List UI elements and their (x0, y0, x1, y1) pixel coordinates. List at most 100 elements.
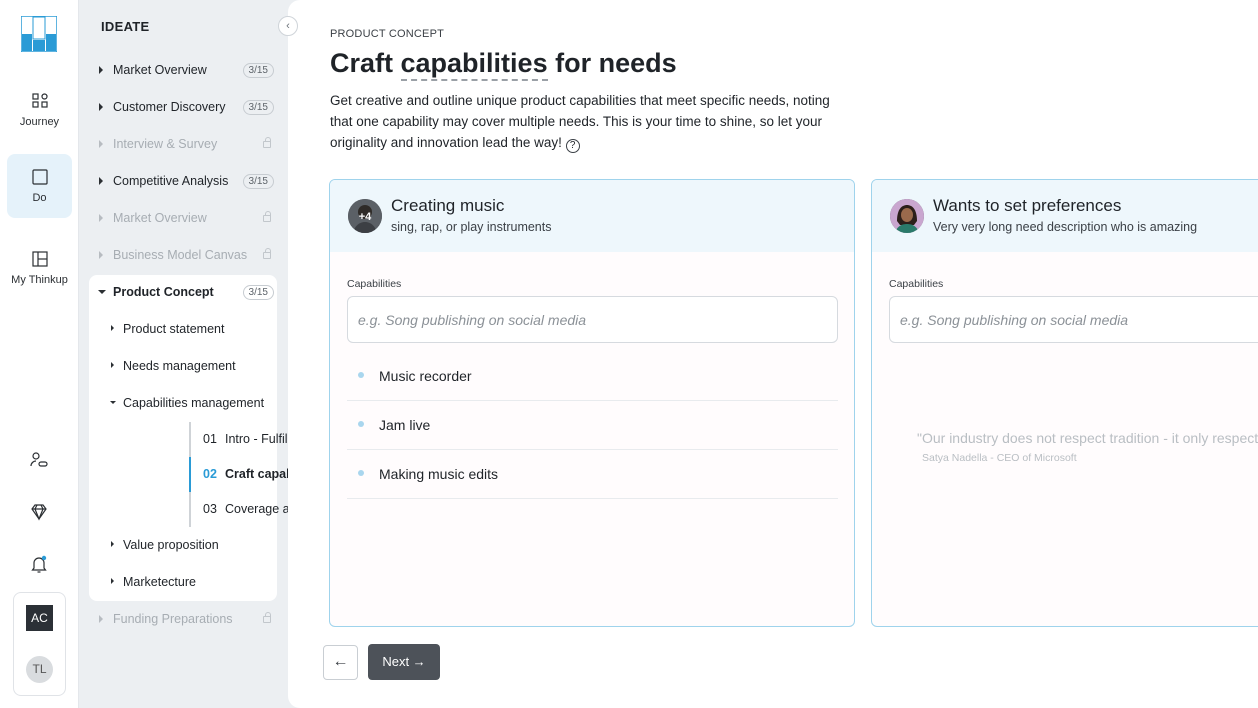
caret-right-icon (99, 615, 103, 623)
caret-right-icon (111, 325, 114, 331)
capabilities-label: Capabilities (347, 278, 402, 290)
sidebar-item-market-overview-2: Market Overview (99, 208, 277, 230)
sidebar-item-label: Customer Discovery (113, 100, 226, 114)
card-header: Wants to set preferences Very very long … (872, 180, 1258, 252)
bullet-icon (358, 372, 364, 378)
lock-icon (263, 612, 271, 623)
lock-icon (263, 248, 271, 259)
user-switcher: AC TL (13, 592, 66, 696)
empty-state-quote: "Our industry does not respect tradition… (917, 430, 1258, 446)
person-avatar-icon (890, 199, 924, 233)
title-pre: Craft (330, 48, 401, 78)
sidebar-item-interview-survey: Interview & Survey (99, 134, 277, 156)
card-subtitle: sing, rap, or play instruments (391, 220, 552, 234)
caret-right-icon (99, 251, 103, 259)
subitem-label: Capabilities management (123, 396, 265, 410)
progress-badge: 3/15 (242, 285, 274, 300)
capability-label: Music recorder (379, 368, 472, 384)
do-icon (31, 169, 48, 185)
sidebar-item-customer-discovery[interactable]: Customer Discovery 3/15 (99, 97, 277, 119)
caret-right-icon (99, 177, 103, 185)
card-header: +4 Creating music sing, rap, or play ins… (330, 180, 854, 252)
bell-icon[interactable] (29, 554, 49, 574)
diamond-icon[interactable] (29, 502, 49, 522)
journey-icon (31, 93, 48, 108)
caret-right-icon (111, 578, 114, 584)
progress-badge: 3/15 (242, 100, 274, 115)
card-title: Creating music (391, 196, 505, 215)
help-icon[interactable]: ? (565, 139, 580, 153)
sidebar-item-label: Funding Preparations (113, 612, 233, 626)
app-logo[interactable] (21, 16, 57, 52)
need-card-creating-music: +4 Creating music sing, rap, or play ins… (329, 179, 855, 627)
rail-do-label: Do (32, 192, 47, 204)
caret-right-icon (99, 214, 103, 222)
card-subtitle: Very very long need description who is a… (933, 220, 1198, 234)
sidebar-item-competitive-analysis[interactable]: Competitive Analysis 3/15 (99, 171, 277, 193)
capability-item[interactable]: Music recorder (347, 352, 838, 401)
title-post: for needs (547, 48, 677, 78)
caret-right-icon (99, 66, 103, 74)
back-button[interactable]: ← (323, 645, 358, 680)
step-number: 01 (203, 432, 217, 446)
rail-do[interactable]: Do (7, 154, 72, 218)
title-term[interactable]: capabilities (400, 48, 548, 81)
sidebar-item-funding-preparations: Funding Preparations (99, 609, 277, 631)
subitem-label: Marketecture (123, 575, 196, 589)
my-thinkup-icon (31, 251, 48, 267)
page-title: Craft capabilities for needs (330, 48, 677, 81)
user-avatar[interactable] (890, 199, 924, 233)
description-text: Get creative and outline unique product … (330, 93, 830, 150)
main-content: PRODUCT CONCEPT Craft capabilities for n… (288, 0, 1258, 708)
caret-right-icon (111, 541, 114, 547)
rail-my-thinkup-label: My Thinkup (11, 274, 68, 286)
bullet-icon (358, 421, 364, 427)
capability-item[interactable]: Making music edits (347, 450, 838, 499)
subitem-label: Value proposition (123, 538, 219, 552)
sidebar-item-label: Product Concept (113, 285, 214, 299)
sidebar-item-product-concept[interactable]: Product Concept 3/15 (98, 282, 277, 304)
rail-journey[interactable]: Journey (7, 78, 72, 142)
subitem-label: Needs management (123, 359, 236, 373)
card-title: Wants to set preferences (933, 196, 1122, 215)
rail-my-thinkup[interactable]: My Thinkup (7, 236, 72, 300)
caret-right-icon (99, 103, 103, 111)
next-button[interactable]: Next → (368, 644, 440, 680)
sidebar-item-market-overview[interactable]: Market Overview 3/15 (99, 60, 277, 82)
progress-badge: 3/15 (242, 63, 274, 78)
left-rail: Journey Do My Thinkup AC TL (0, 0, 79, 708)
lock-icon (263, 137, 271, 148)
sidebar-subitem-capabilities-management[interactable]: Capabilities management (110, 393, 271, 415)
sidebar-item-label: Competitive Analysis (113, 174, 229, 188)
sidebar: IDEATE ‹ Market Overview 3/15 Customer D… (79, 0, 345, 708)
progress-badge: 3/15 (242, 174, 274, 189)
people-icon[interactable] (29, 450, 49, 470)
avatar-ac[interactable]: AC (26, 605, 53, 631)
capability-input[interactable] (889, 296, 1258, 343)
rail-journey-label: Journey (19, 116, 60, 128)
collapse-sidebar-button[interactable]: ‹ (278, 16, 298, 36)
sidebar-subitem-product-statement[interactable]: Product statement (111, 319, 271, 341)
need-card-preferences: Wants to set preferences Very very long … (871, 179, 1258, 627)
avatar-overlay-count: +4 (359, 211, 372, 223)
sidebar-item-label: Market Overview (113, 63, 207, 77)
section-eyebrow: PRODUCT CONCEPT (330, 28, 445, 40)
bullet-icon (358, 470, 364, 476)
caret-right-icon (111, 362, 114, 368)
sidebar-title: IDEATE (101, 19, 150, 34)
capability-label: Making music edits (379, 466, 499, 482)
capability-item[interactable]: Jam live (347, 401, 838, 450)
page-description: Get creative and outline unique product … (330, 90, 850, 153)
sidebar-subitem-value-proposition[interactable]: Value proposition (111, 535, 271, 557)
capability-label: Jam live (379, 417, 431, 433)
subitem-label: Product statement (123, 322, 225, 336)
sidebar-subitem-needs-management[interactable]: Needs management (111, 356, 271, 378)
caret-right-icon (99, 140, 103, 148)
sidebar-item-business-model-canvas: Business Model Canvas (99, 245, 277, 267)
avatar-tl[interactable]: TL (26, 656, 53, 683)
quote-author: Satya Nadella - CEO of Microsoft (922, 452, 1077, 464)
capability-input[interactable] (347, 296, 838, 343)
group-avatar[interactable]: +4 (348, 199, 382, 233)
sidebar-subitem-marketecture[interactable]: Marketecture (111, 572, 271, 594)
lock-icon (263, 211, 271, 222)
